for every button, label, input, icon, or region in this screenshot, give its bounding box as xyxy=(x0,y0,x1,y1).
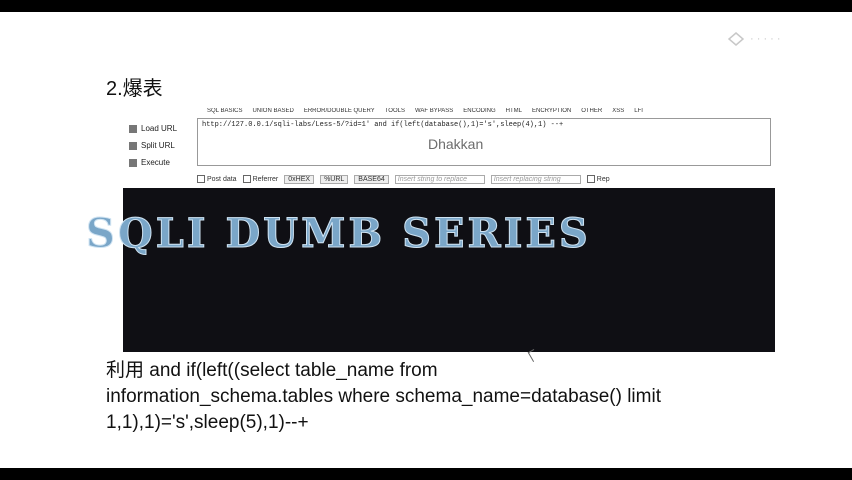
menu-item[interactable]: HTML xyxy=(506,108,522,116)
checkbox[interactable] xyxy=(242,175,251,183)
load-url-label: Load URL xyxy=(141,124,178,133)
menu-item[interactable]: TOOLS xyxy=(385,108,405,116)
logo-icon xyxy=(728,32,744,46)
url-encode-button[interactable]: %URL xyxy=(320,174,349,184)
execute-label: Execute xyxy=(141,158,170,167)
sqli-banner: SQLI DUMB SERIES xyxy=(86,210,591,258)
split-url-icon xyxy=(129,141,137,150)
welcome-text: Welcome xyxy=(340,136,399,152)
replace-option[interactable]: Rep xyxy=(586,175,610,183)
post-data-label: Post data xyxy=(207,175,237,183)
load-url-icon xyxy=(129,124,137,133)
load-url-button[interactable]: Load URL xyxy=(123,120,193,137)
menu-item[interactable]: ERROR/DOUBLE QUERY xyxy=(304,108,375,116)
menu-item[interactable]: SQL BASICS xyxy=(207,108,242,116)
menu-item[interactable]: XSS xyxy=(612,108,624,116)
description-line: 利用 and if(left((select table_name from xyxy=(106,360,438,381)
user-name-text: Dhakkan xyxy=(428,136,484,152)
checkbox[interactable] xyxy=(586,175,595,183)
checkbox[interactable] xyxy=(197,175,205,183)
slide-title: 2.爆表 xyxy=(106,78,163,100)
execute-button[interactable]: Execute xyxy=(123,154,193,171)
logo-text: · · · · · xyxy=(750,33,781,45)
menu-item[interactable]: WAF BYPASS xyxy=(415,108,453,116)
split-url-label: Split URL xyxy=(141,141,175,150)
post-data-option[interactable]: Post data xyxy=(197,175,237,183)
replace-string-input[interactable]: Insert string to replace xyxy=(394,174,485,184)
referrer-option[interactable]: Referrer xyxy=(242,175,279,183)
base64-button[interactable]: BASE64 xyxy=(354,174,389,184)
slide: · · · · · 2.爆表 SQL BASICS UNION BASED ER… xyxy=(0,12,852,468)
execute-icon xyxy=(129,158,137,167)
split-url-button[interactable]: Split URL xyxy=(123,137,193,154)
menu-item[interactable]: ENCODING xyxy=(463,108,495,116)
menu-item[interactable]: UNION BASED xyxy=(252,108,293,116)
hackbar-menu: SQL BASICS UNION BASED ERROR/DOUBLE QUER… xyxy=(123,108,775,116)
referrer-label: Referrer xyxy=(252,175,279,183)
menu-item[interactable]: OTHER xyxy=(581,108,602,116)
menu-item[interactable]: LFI xyxy=(634,108,643,116)
hex-button[interactable]: 0xHEX xyxy=(284,174,315,184)
replacing-string-input[interactable]: Insert replacing string xyxy=(490,174,581,184)
menu-item[interactable]: ENCRYPTION xyxy=(532,108,571,116)
description-line: 1,1),1)='s',sleep(5),1)--+ xyxy=(106,412,309,433)
description-line: information_schema.tables where schema_n… xyxy=(106,386,661,407)
replace-label: Rep xyxy=(596,175,610,183)
hackbar-sidebar: Load URL Split URL Execute xyxy=(123,120,193,172)
description: 利用 and if(left((select table_name from i… xyxy=(106,358,786,436)
options-row: Post data Referrer 0xHEX %URL BASE64 Ins… xyxy=(197,172,775,186)
watermark-logo: · · · · · xyxy=(728,32,781,46)
url-input[interactable]: http://127.0.0.1/sqli-labs/Less-5/?id=1'… xyxy=(197,118,771,166)
